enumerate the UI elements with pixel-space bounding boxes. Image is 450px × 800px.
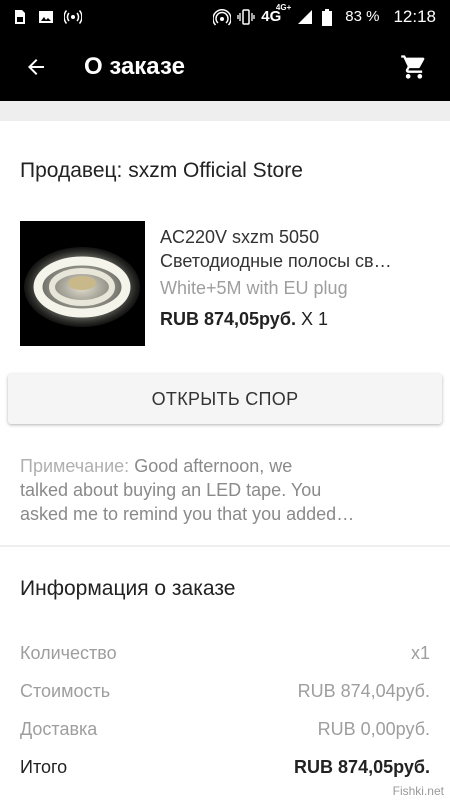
order-card: Продавец: sxzm Official Store AC220V sxz… [0, 121, 450, 545]
info-label: Количество [20, 643, 117, 663]
sim-card-icon [12, 9, 28, 25]
info-value: RUB 874,04руб. [297, 681, 430, 701]
info-row-total: Итого RUB 874,05руб. [20, 757, 430, 778]
watermark: Fishki.net [392, 784, 444, 798]
signal-icon [297, 9, 313, 25]
status-right-icons: 4G 4G+ 83 % 12:18 [212, 3, 450, 27]
info-value: x1 [410, 643, 430, 663]
open-dispute-button[interactable]: ОТКРЫТЬ СПОР [8, 374, 442, 424]
info-row-shipping: Доставка RUB 0,00руб. [20, 719, 430, 740]
order-details-content: Продавец: sxzm Official Store AC220V sxz… [0, 101, 450, 800]
info-value: RUB 874,05руб. [294, 757, 430, 777]
product-title-line1[interactable]: AC220V sxzm 5050 [160, 225, 435, 250]
status-left-icons [0, 9, 83, 25]
product-title-line2[interactable]: Светодиодные полосы св… [160, 249, 435, 274]
app-bar: О заказе [0, 33, 450, 101]
note-label: Примечание: [20, 456, 130, 476]
product-quantity: X 1 [300, 309, 328, 329]
broadcast-icon [63, 9, 83, 25]
product-price-row: RUB 874,05руб. X 1 [160, 309, 328, 330]
order-note: Примечание: Good afternoon, we talked ab… [20, 454, 432, 526]
note-line-2: talked about buying an LED tape. You [20, 480, 322, 500]
status-bar: 4G 4G+ 83 % 12:18 [0, 0, 450, 33]
seller-name[interactable]: Продавец: sxzm Official Store [20, 159, 303, 183]
page-title: О заказе [84, 53, 185, 80]
image-icon [38, 9, 54, 25]
order-info-title: Информация о заказе [20, 577, 236, 600]
shopping-cart-icon[interactable] [394, 47, 434, 87]
hotspot-icon [212, 8, 232, 26]
note-line-3: asked me to remind you that you added… [20, 504, 355, 524]
info-label: Доставка [20, 719, 98, 739]
product-price: RUB 874,05руб. [160, 309, 296, 329]
info-row-quantity: Количество x1 [20, 643, 430, 664]
note-text-1: Good afternoon, we [129, 456, 293, 476]
vibrate-icon [237, 8, 255, 25]
order-info-card: Информация о заказе Количество x1 Стоимо… [0, 547, 450, 800]
note-line-1: Примечание: Good afternoon, we [20, 454, 432, 478]
info-label: Итого [20, 757, 68, 777]
info-row-cost: Стоимость RUB 874,04руб. [20, 681, 430, 702]
product-image[interactable] [20, 221, 145, 346]
network-sup: 4G+ [275, 3, 292, 12]
battery-icon [321, 8, 337, 26]
info-value: RUB 0,00руб. [317, 719, 430, 739]
network-type: 4G 4G+ [261, 3, 292, 25]
back-arrow-icon[interactable] [8, 39, 64, 95]
battery-level: 83 % [345, 8, 380, 25]
clock: 12:18 [393, 6, 436, 26]
product-variant: White+5M with EU plug [160, 278, 348, 298]
info-label: Стоимость [20, 681, 111, 701]
